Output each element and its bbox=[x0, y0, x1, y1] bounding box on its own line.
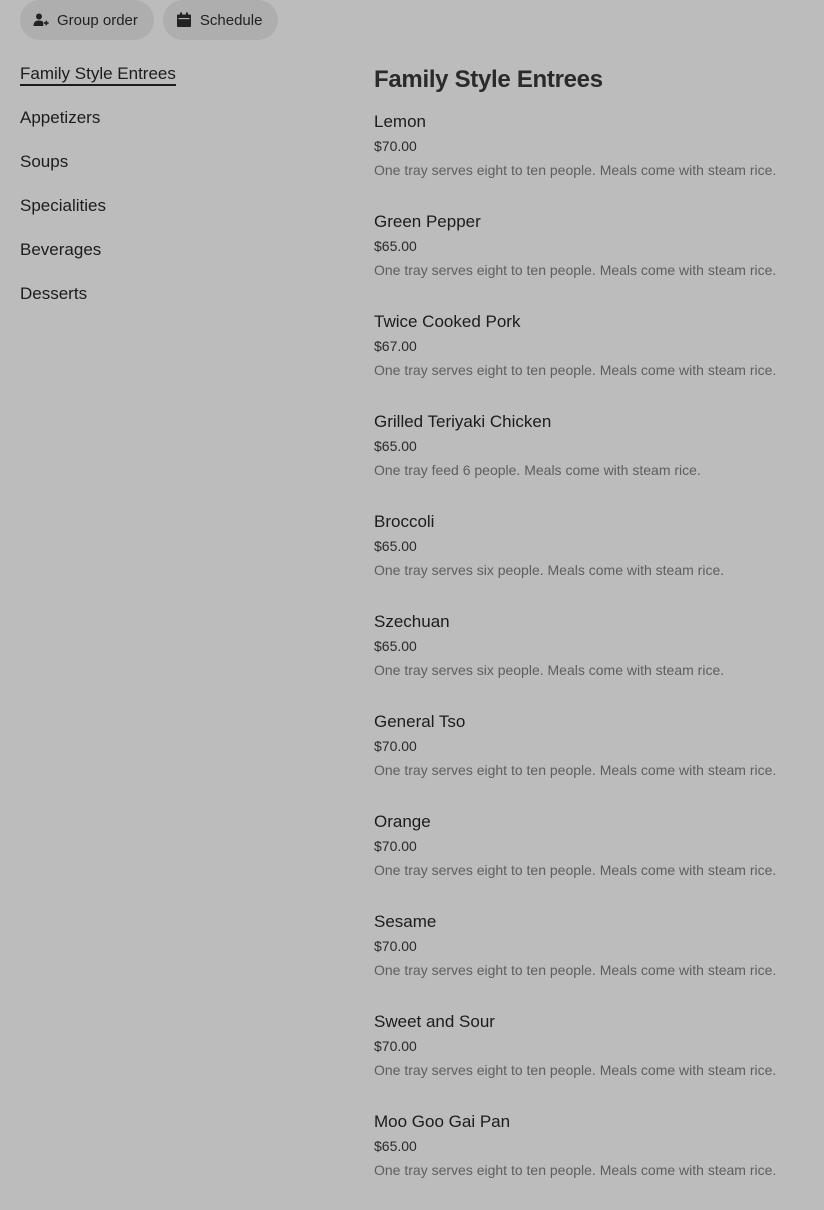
toolbar: Group order Schedule bbox=[20, 0, 279, 40]
menu-item[interactable]: Twice Cooked Pork $67.00 One tray serves… bbox=[374, 309, 814, 409]
category-label: Specialities bbox=[20, 196, 106, 215]
item-description: One tray serves eight to ten people. Mea… bbox=[374, 762, 777, 778]
person-add-icon bbox=[33, 12, 49, 28]
category-label: Beverages bbox=[20, 240, 102, 259]
category-label: Soups bbox=[20, 152, 69, 171]
menu-item[interactable]: Moo Goo Gai Pan $65.00 One tray serves e… bbox=[374, 1109, 814, 1209]
item-description: One tray serves eight to ten people. Mea… bbox=[374, 1062, 777, 1078]
category-label: Family Style Entrees bbox=[20, 64, 176, 86]
category-specialities[interactable]: Specialities bbox=[20, 194, 340, 238]
menu-item[interactable]: Green Pepper $65.00 One tray serves eigh… bbox=[374, 209, 814, 309]
group-order-button[interactable]: Group order bbox=[20, 0, 154, 40]
item-price: $67.00 bbox=[374, 338, 417, 354]
category-sidebar: Family Style Entrees Appetizers Soups Sp… bbox=[20, 62, 340, 326]
item-description: One tray serves eight to ten people. Mea… bbox=[374, 862, 777, 878]
category-soups[interactable]: Soups bbox=[20, 150, 340, 194]
item-name: Orange bbox=[374, 812, 431, 831]
item-name: Green Pepper bbox=[374, 212, 481, 231]
item-description: One tray serves six people. Meals come w… bbox=[374, 562, 725, 578]
menu-item[interactable]: Lemon $70.00 One tray serves eight to te… bbox=[374, 109, 814, 209]
schedule-button[interactable]: Schedule bbox=[162, 0, 279, 40]
calendar-icon bbox=[176, 12, 192, 28]
item-description: One tray serves eight to ten people. Mea… bbox=[374, 162, 777, 178]
item-name: General Tso bbox=[374, 712, 466, 731]
category-label: Desserts bbox=[20, 284, 88, 303]
menu-item[interactable]: Sesame $70.00 One tray serves eight to t… bbox=[374, 909, 814, 1009]
item-description: One tray serves eight to ten people. Mea… bbox=[374, 1162, 777, 1178]
item-price: $70.00 bbox=[374, 1038, 417, 1054]
item-name: Szechuan bbox=[374, 612, 450, 631]
item-description: One tray serves eight to ten people. Mea… bbox=[374, 962, 777, 978]
item-price: $65.00 bbox=[374, 438, 417, 454]
item-price: $70.00 bbox=[374, 938, 417, 954]
item-name: Twice Cooked Pork bbox=[374, 312, 521, 331]
section-title: Family Style Entrees bbox=[374, 66, 603, 93]
item-name: Sweet and Sour bbox=[374, 1012, 495, 1031]
menu-item[interactable]: Grilled Teriyaki Chicken $65.00 One tray… bbox=[374, 409, 814, 509]
group-order-label: Group order bbox=[57, 11, 138, 29]
item-price: $65.00 bbox=[374, 538, 417, 554]
schedule-label: Schedule bbox=[199, 11, 263, 29]
menu-item[interactable]: Broccoli $65.00 One tray serves six peop… bbox=[374, 509, 814, 609]
item-price: $70.00 bbox=[374, 738, 417, 754]
item-name: Lemon bbox=[374, 112, 426, 131]
item-description: One tray serves eight to ten people. Mea… bbox=[374, 262, 777, 278]
category-desserts[interactable]: Desserts bbox=[20, 282, 340, 326]
item-description: One tray serves six people. Meals come w… bbox=[374, 662, 725, 678]
menu-item[interactable]: Szechuan $65.00 One tray serves six peop… bbox=[374, 609, 814, 709]
item-price: $70.00 bbox=[374, 138, 417, 154]
item-name: Broccoli bbox=[374, 512, 435, 531]
item-description: One tray feed 6 people. Meals come with … bbox=[374, 462, 701, 478]
category-appetizers[interactable]: Appetizers bbox=[20, 106, 340, 150]
category-label: Appetizers bbox=[20, 108, 101, 127]
menu-item[interactable]: Orange $70.00 One tray serves eight to t… bbox=[374, 809, 814, 909]
menu-item[interactable]: General Tso $70.00 One tray serves eight… bbox=[374, 709, 814, 809]
item-name: Moo Goo Gai Pan bbox=[374, 1112, 511, 1131]
menu-item[interactable]: Sweet and Sour $70.00 One tray serves ei… bbox=[374, 1009, 814, 1109]
item-price: $65.00 bbox=[374, 238, 417, 254]
item-name: Grilled Teriyaki Chicken bbox=[374, 412, 552, 431]
category-family-style-entrees[interactable]: Family Style Entrees bbox=[20, 62, 340, 106]
category-beverages[interactable]: Beverages bbox=[20, 238, 340, 282]
item-price: $70.00 bbox=[374, 838, 417, 854]
item-description: One tray serves eight to ten people. Mea… bbox=[374, 362, 777, 378]
menu-section: Family Style Entrees Lemon $70.00 One tr… bbox=[374, 64, 814, 1209]
item-price: $65.00 bbox=[374, 638, 417, 654]
item-price: $65.00 bbox=[374, 1138, 417, 1154]
item-name: Sesame bbox=[374, 912, 437, 931]
